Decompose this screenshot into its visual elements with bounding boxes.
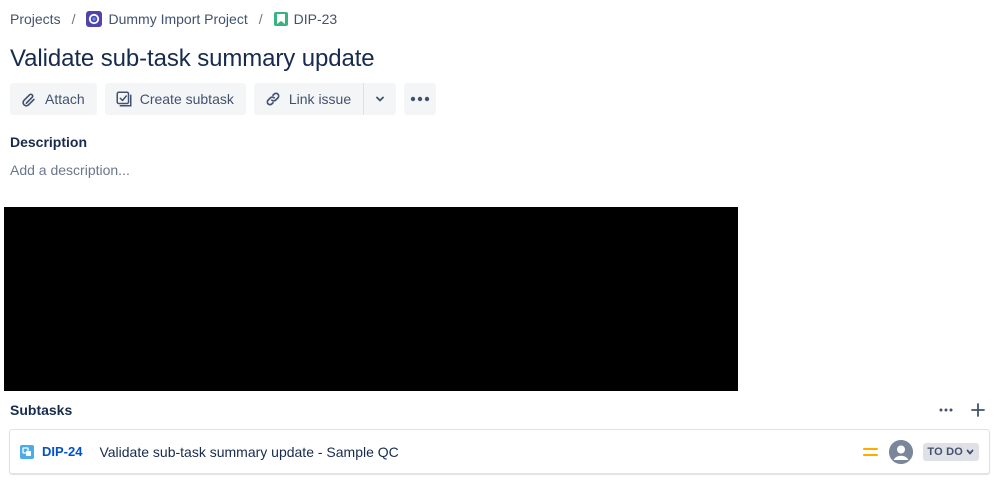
subtasks-actions [935,399,989,421]
project-avatar-icon [86,11,103,27]
attach-button-label: Attach [45,91,85,107]
issue-page: Projects / Dummy Import Project / DIP-23… [0,0,999,481]
link-issue-dropdown-button[interactable] [364,83,397,115]
issue-toolbar: Attach Create subtask Link issue [10,83,437,115]
breadcrumb-issue[interactable]: DIP-23 [273,11,338,27]
breadcrumb: Projects / Dummy Import Project / DIP-23 [10,9,337,29]
add-subtask-button[interactable] [967,399,989,421]
redacted-region [4,207,738,391]
more-horizontal-icon [939,408,953,412]
subtask-meta: TO DO [863,439,979,464]
plus-icon [971,403,985,417]
link-issue-button-group: Link issue [253,83,397,115]
subtasks-heading: Subtasks [10,402,73,418]
unassigned-avatar-icon[interactable] [889,439,914,464]
subtasks-more-button[interactable] [935,399,957,421]
breadcrumb-project[interactable]: Dummy Import Project [86,11,248,27]
link-issue-button[interactable]: Link issue [253,83,364,115]
subtask-row[interactable]: DIP-24 Validate sub-task summary update … [9,429,990,474]
breadcrumb-issue-label: DIP-23 [293,11,338,27]
breadcrumb-separator: / [258,11,263,27]
issue-title[interactable]: Validate sub-task summary update [10,44,375,74]
link-issue-button-label: Link issue [288,91,352,107]
create-subtask-button-label: Create subtask [139,91,234,107]
breadcrumb-project-label: Dummy Import Project [108,11,248,27]
breadcrumb-separator: / [71,11,76,27]
chevron-down-icon [376,96,385,102]
story-icon [273,12,288,26]
subtask-key-link[interactable]: DIP-24 [42,444,82,459]
paperclip-icon [22,93,35,107]
subtask-summary[interactable]: Validate sub-task summary update - Sampl… [99,444,398,460]
description-heading: Description [10,134,88,150]
status-dropdown[interactable]: TO DO [923,442,979,461]
status-label: TO DO [927,445,963,458]
chevron-down-icon [966,449,974,454]
breadcrumb-projects-label: Projects [10,11,61,27]
create-subtask-button[interactable]: Create subtask [104,83,246,115]
attach-button[interactable]: Attach [10,83,97,115]
more-horizontal-icon [410,96,430,102]
more-actions-button[interactable] [404,83,437,115]
subtask-checkbox-icon [116,91,132,107]
link-icon [266,92,280,106]
breadcrumb-projects[interactable]: Projects [10,11,61,27]
subtask-type-icon [20,444,34,459]
description-input[interactable]: Add a description... [10,162,130,178]
priority-medium-icon [863,444,879,460]
